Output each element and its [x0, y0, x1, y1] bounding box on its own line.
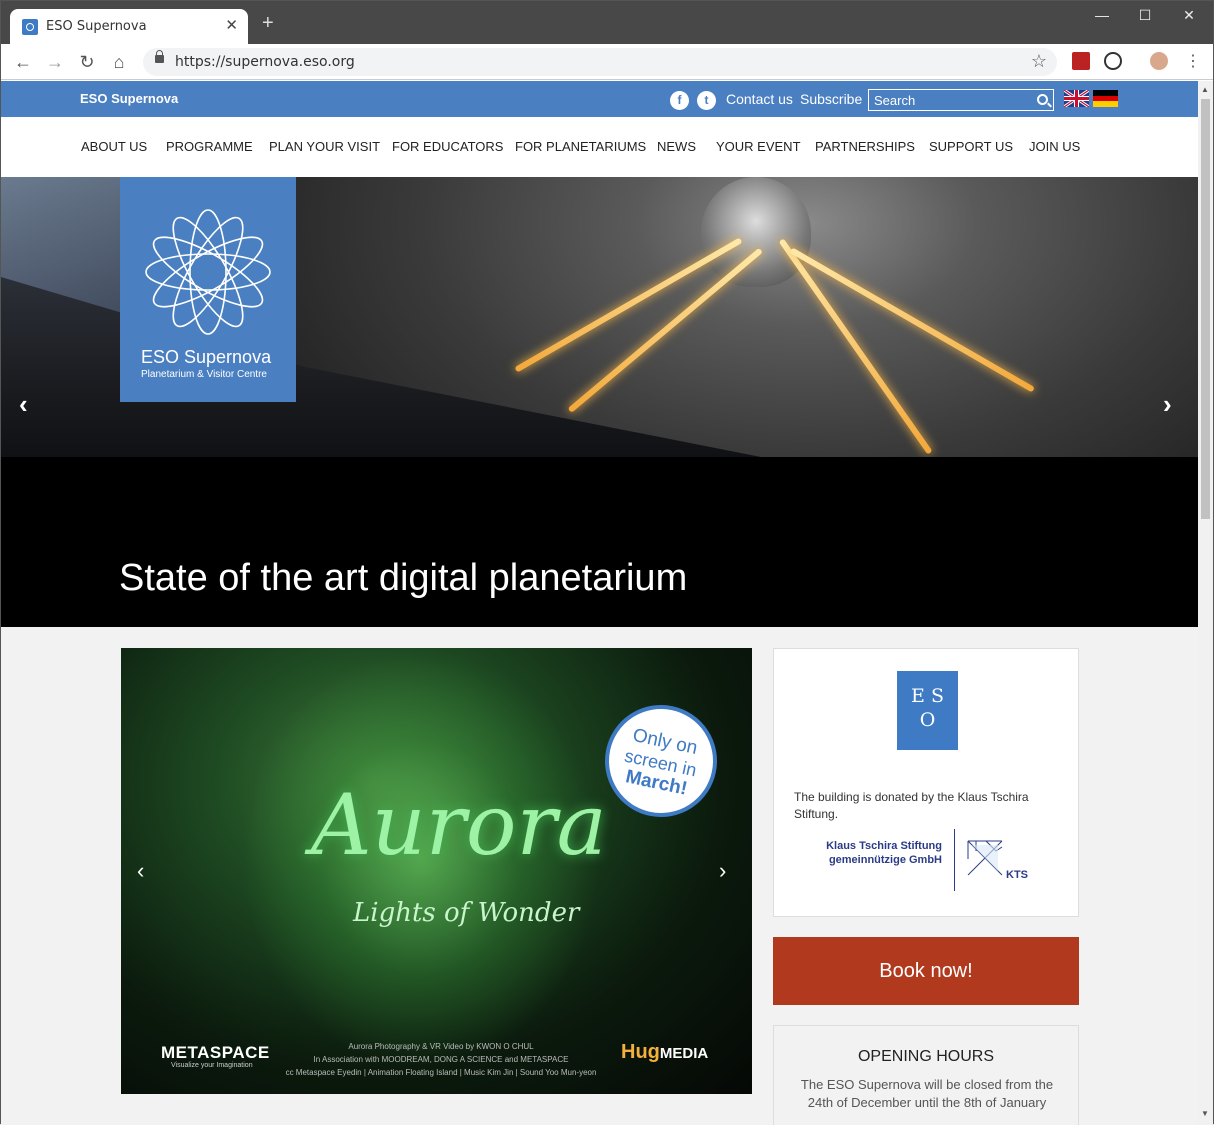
kts-name-line-1: Klaus Tschira Stiftung: [826, 840, 942, 852]
home-button[interactable]: ⌂: [107, 50, 131, 74]
search-input[interactable]: Search: [868, 89, 1054, 111]
kts-name: Klaus Tschira Stiftung gemeinnützige Gmb…: [822, 839, 942, 867]
back-button[interactable]: ←: [11, 50, 35, 74]
promo-carousel[interactable]: Aurora Lights of Wonder Only on screen i…: [121, 648, 752, 1094]
site-brand[interactable]: ESO Supernova: [80, 91, 178, 106]
eso-supernova-logo: ESO Supernova Planetarium & Visitor Cent…: [120, 177, 296, 402]
page-viewport: ESO Supernova f t Contact us Subscribe S…: [1, 81, 1198, 1125]
metaspace-tagline: Visualize your Imagination: [171, 1062, 253, 1069]
nav-join-us[interactable]: JOIN US: [1029, 139, 1080, 154]
title-bar: ESO Supernova ✕ + — ☐ ✕: [1, 1, 1213, 44]
donation-text: The building is donated by the Klaus Tsc…: [794, 790, 1029, 821]
uk-flag-icon[interactable]: [1064, 90, 1089, 107]
lock-icon: [155, 50, 164, 63]
hugmedia-logo-part1: Hug: [621, 1041, 660, 1063]
vertical-scrollbar[interactable]: ▲ ▼: [1198, 81, 1213, 1125]
nav-programme[interactable]: PROGRAMME: [166, 139, 253, 154]
projector-image: [701, 177, 811, 287]
close-window-button[interactable]: ✕: [1169, 7, 1209, 27]
hugmedia-logo-part2: MEDIA: [659, 1045, 709, 1062]
nav-your-event[interactable]: YOUR EVENT: [716, 139, 801, 154]
german-flag-icon[interactable]: [1093, 90, 1118, 107]
facebook-icon[interactable]: f: [670, 91, 689, 110]
hero-caption-band: State of the art digital planetarium: [1, 457, 1198, 627]
scroll-thumb[interactable]: [1201, 99, 1210, 519]
starburst-logo-icon: [145, 209, 271, 335]
opening-hours-card: OPENING HOURS The ESO Supernova will be …: [773, 1025, 1079, 1125]
profile-avatar[interactable]: [1150, 52, 1168, 70]
kts-abbrev: KTS: [1006, 869, 1028, 881]
nav-for-educators[interactable]: FOR EDUCATORS: [392, 139, 503, 154]
eso-logo-line-1: E S: [911, 685, 944, 707]
pdf-extension-icon[interactable]: [1072, 52, 1090, 70]
nav-about-us[interactable]: ABOUT US: [81, 139, 147, 154]
hero-prev-arrow[interactable]: ‹: [19, 389, 28, 420]
nav-support-us[interactable]: SUPPORT US: [929, 139, 1013, 154]
nav-plan-your-visit[interactable]: PLAN YOUR VISIT: [269, 139, 380, 154]
nav-partnerships[interactable]: PARTNERSHIPS: [815, 139, 915, 154]
kts-divider: [954, 829, 955, 891]
browser-window: ESO Supernova ✕ + — ☐ ✕ ← → ↻ ⌂ https://…: [0, 0, 1214, 1125]
search-placeholder: Search: [874, 93, 916, 108]
metaspace-logo: METASPACE: [161, 1043, 270, 1062]
promo-title: Aurora: [311, 776, 607, 874]
promo-credits: Aurora Photography & VR Video by KWON O …: [281, 1040, 601, 1079]
hero-logo-title: ESO Supernova: [141, 347, 272, 367]
new-tab-button[interactable]: +: [262, 13, 274, 33]
minimize-button[interactable]: —: [1082, 7, 1122, 27]
scroll-up-arrow[interactable]: ▲: [1201, 85, 1209, 94]
maximize-button[interactable]: ☐: [1125, 7, 1165, 27]
hero-logo-subtitle: Planetarium & Visitor Centre: [141, 369, 267, 380]
eso-logo[interactable]: E S O: [897, 671, 958, 750]
kts-logo-icon[interactable]: [966, 839, 1006, 879]
credits-line-1: Aurora Photography & VR Video by KWON O …: [348, 1042, 534, 1051]
hero-next-arrow[interactable]: ›: [1163, 389, 1172, 420]
kts-name-line-2: gemeinnützige GmbH: [828, 854, 942, 866]
reload-button[interactable]: ↻: [75, 50, 99, 74]
site-topbar: ESO Supernova f t Contact us Subscribe S…: [1, 81, 1198, 117]
promo-next-arrow[interactable]: ›: [719, 858, 726, 884]
promo-subtitle: Lights of Wonder: [353, 898, 580, 928]
contact-link[interactable]: Contact us: [726, 91, 793, 107]
main-navigation: ABOUT US PROGRAMME PLAN YOUR VISIT FOR E…: [1, 117, 1198, 177]
browser-tab[interactable]: ESO Supernova ✕: [10, 9, 248, 44]
credits-line-2: In Association with MOODREAM, DONG A SCI…: [313, 1055, 569, 1064]
promo-prev-arrow[interactable]: ‹: [137, 858, 144, 884]
scroll-down-arrow[interactable]: ▼: [1201, 1109, 1209, 1118]
donor-card: E S O The building is donated by the Kla…: [773, 648, 1079, 917]
browser-toolbar: ← → ↻ ⌂ https://supernova.eso.org ☆ ⋮: [1, 44, 1213, 80]
url-text: https://supernova.eso.org: [175, 54, 355, 70]
opening-hours-title: OPENING HOURS: [857, 1048, 994, 1065]
hugmedia-logo: HugMEDIA: [621, 1041, 708, 1064]
bookmark-star-icon[interactable]: ☆: [1031, 51, 1047, 72]
credits-line-3: cc Metaspace Eyedin | Animation Floating…: [285, 1068, 597, 1077]
nav-news[interactable]: NEWS: [657, 139, 696, 154]
favicon-icon: [22, 19, 38, 35]
book-now-button[interactable]: Book now!: [773, 937, 1079, 1005]
forward-button[interactable]: →: [43, 50, 67, 74]
hero-caption: State of the art digital planetarium: [119, 557, 688, 599]
eso-logo-line-2: O: [919, 709, 936, 731]
menu-icon[interactable]: ⋮: [1181, 50, 1205, 74]
address-bar[interactable]: https://supernova.eso.org ☆: [143, 48, 1057, 76]
hero-carousel: ESO Supernova Planetarium & Visitor Cent…: [1, 177, 1198, 457]
info-extension-icon[interactable]: [1104, 52, 1122, 70]
tab-title: ESO Supernova: [46, 19, 147, 34]
subscribe-link[interactable]: Subscribe: [800, 91, 862, 107]
close-tab-icon[interactable]: ✕: [225, 16, 238, 34]
twitter-icon[interactable]: t: [697, 91, 716, 110]
opening-hours-text: The ESO Supernova will be closed from th…: [800, 1077, 1054, 1110]
search-icon[interactable]: [1037, 94, 1048, 105]
only-in-march-badge: Only on screen in March!: [594, 694, 728, 828]
nav-for-planetariums[interactable]: FOR PLANETARIUMS: [515, 139, 646, 154]
